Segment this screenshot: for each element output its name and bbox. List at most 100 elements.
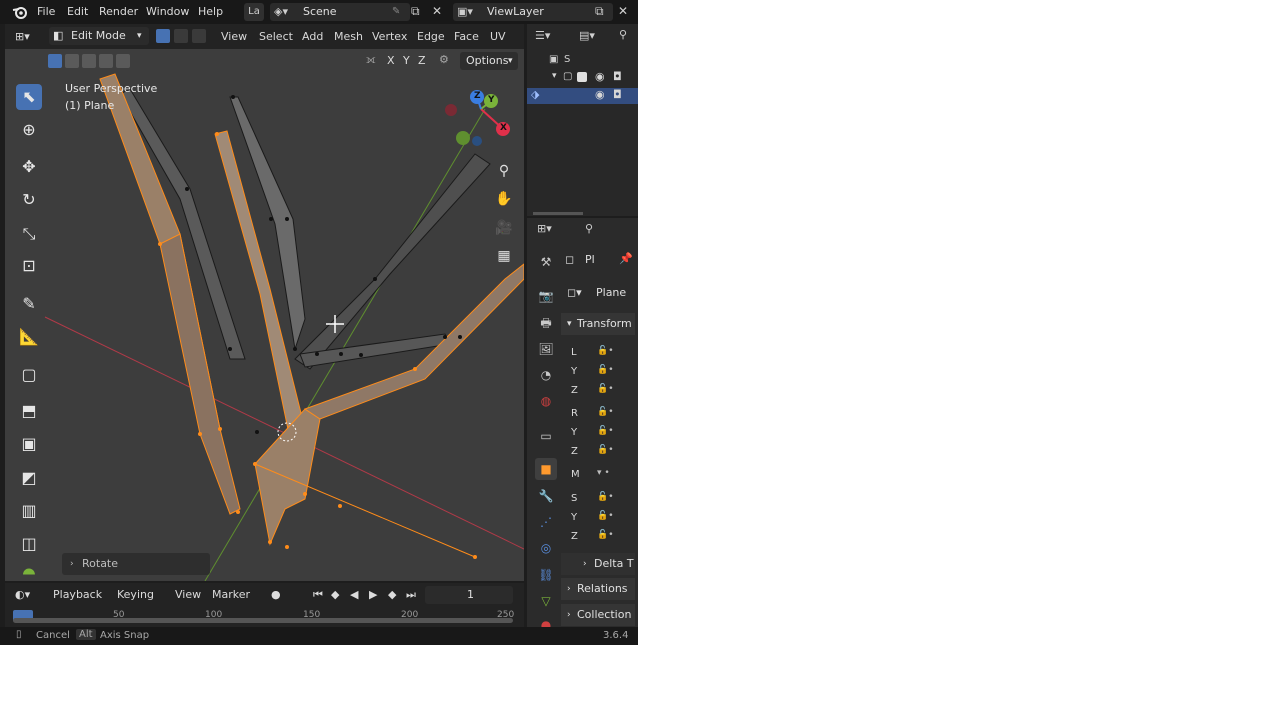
knife-tool-icon[interactable]: ◫ — [16, 531, 42, 557]
move-tool-icon[interactable]: ✥ — [16, 154, 42, 180]
select-tool-icon[interactable]: ⬉ — [16, 84, 42, 110]
rotation-mode-dropdown[interactable]: ▾ • — [597, 468, 610, 478]
relations-panel-header[interactable]: › Relations — [561, 578, 635, 600]
navigation-gizmo[interactable]: X Y Z — [441, 87, 521, 157]
blender-logo-icon[interactable] — [12, 4, 28, 20]
annotate-tool-icon[interactable]: ✎ — [16, 291, 42, 317]
search-icon[interactable]: ⚲ — [619, 28, 627, 41]
lock-icon[interactable]: 🔓• — [597, 346, 614, 356]
modifier-tab-icon[interactable]: 🔧 — [535, 485, 557, 507]
timeline-scrollbar[interactable] — [13, 618, 513, 623]
viewlayer-selector[interactable]: ▣▾ ViewLayer — [453, 3, 613, 21]
delta-transform-panel-header[interactable]: › Delta T — [561, 553, 635, 575]
view-layer-tab-icon[interactable]: 🖼 — [535, 338, 557, 360]
new-scene-icon[interactable]: ⧉ — [411, 4, 427, 20]
menu-mesh[interactable]: Mesh — [334, 30, 363, 43]
select-extend-icon[interactable] — [65, 54, 79, 68]
menu-face[interactable]: Face — [454, 30, 479, 43]
select-subtract-icon[interactable] — [82, 54, 96, 68]
add-cube-tool-icon[interactable]: ▢ — [16, 362, 42, 388]
select-invert-icon[interactable] — [99, 54, 113, 68]
physics-tab-icon[interactable]: ◎ — [535, 537, 557, 559]
timeline-ruler[interactable]: 50 100 150 200 250 — [13, 610, 519, 624]
pan-hand-icon[interactable]: ✋ — [493, 188, 515, 210]
scene-selector[interactable]: ◈▾ Scene ✎ — [270, 3, 410, 21]
menu-playback[interactable]: Playback — [53, 588, 102, 601]
menu-render[interactable]: Render — [99, 5, 138, 18]
prev-keyframe-icon[interactable]: ◆ — [331, 588, 339, 601]
scene-tab-icon[interactable]: ◔ — [535, 364, 557, 386]
mirror-x-toggle[interactable]: X — [387, 54, 395, 67]
render-camera-icon[interactable]: ◘ — [613, 88, 622, 101]
menu-view[interactable]: View — [221, 30, 247, 43]
lock-icon[interactable]: 🔓• — [597, 365, 614, 375]
eye-icon[interactable]: ◉ — [595, 88, 605, 101]
tool-tab-icon[interactable]: ⚒ — [535, 251, 557, 273]
wrench-icon[interactable]: ⚙ — [439, 53, 449, 66]
collection-tab-icon[interactable]: ▭ — [535, 425, 557, 447]
rotate-tool-icon[interactable]: ↻ — [16, 187, 42, 213]
grid-perspective-icon[interactable]: ▦ — [493, 245, 515, 267]
lock-icon[interactable]: 🔓• — [597, 426, 614, 436]
extrude-tool-icon[interactable]: ⬒ — [16, 398, 42, 424]
object-name-field[interactable]: ◻▾ Plane — [563, 284, 633, 302]
transform-panel-header[interactable]: ▾ Transform — [561, 313, 635, 335]
mirror-y-toggle[interactable]: Y — [403, 54, 410, 67]
scale-tool-icon[interactable]: ⤡ — [16, 221, 42, 247]
play-reverse-icon[interactable]: ◀ — [350, 588, 358, 601]
outliner-scrollbar[interactable] — [533, 212, 583, 215]
record-icon[interactable]: ● — [271, 588, 281, 601]
delete-scene-icon[interactable]: ✕ — [432, 4, 442, 18]
menu-window[interactable]: Window — [146, 5, 189, 18]
outliner-editor-icon[interactable]: ☰▾ — [535, 29, 550, 42]
output-tab-icon[interactable]: 🖶 — [535, 312, 557, 334]
menu-file[interactable]: File — [37, 5, 55, 18]
expand-arrow-icon[interactable]: ▾ — [552, 71, 557, 81]
poly-build-tool-icon[interactable]: ⯊ — [16, 562, 42, 581]
edge-select-icon[interactable] — [174, 29, 188, 43]
display-mode-icon[interactable]: ▤▾ — [579, 29, 595, 42]
zoom-icon[interactable]: ⚲ — [493, 160, 515, 182]
include-checkbox[interactable] — [577, 72, 587, 82]
lock-icon[interactable]: 🔓• — [597, 530, 614, 540]
jump-start-icon[interactable]: ⏮ — [313, 588, 323, 602]
mirror-z-toggle[interactable]: Z — [418, 54, 426, 67]
select-intersect-icon[interactable] — [116, 54, 130, 68]
lock-icon[interactable]: 🔓• — [597, 407, 614, 417]
inset-tool-icon[interactable]: ▣ — [16, 431, 42, 457]
current-frame-field[interactable]: 1 — [425, 586, 513, 604]
select-box-icon[interactable] — [48, 54, 62, 68]
play-icon[interactable]: ▶ — [369, 588, 377, 601]
last-operator-panel[interactable]: › Rotate — [62, 553, 210, 575]
pin-icon[interactable]: 📌 — [619, 252, 633, 265]
timeline-editor-icon[interactable]: ◐▾ — [15, 588, 30, 601]
workspace-tab[interactable]: La — [244, 3, 264, 21]
jump-end-icon[interactable]: ⏭ — [406, 588, 416, 602]
search-icon[interactable]: ⚲ — [585, 222, 593, 235]
outliner-row-collection[interactable]: ▾ ▢ ◉ ◘ — [527, 70, 638, 86]
collections-panel-header[interactable]: › Collection — [561, 604, 635, 626]
cursor-tool-icon[interactable]: ⊕ — [16, 117, 42, 143]
menu-vertex[interactable]: Vertex — [372, 30, 407, 43]
menu-uv[interactable]: UV — [490, 30, 506, 43]
new-viewlayer-icon[interactable]: ⧉ — [595, 4, 604, 19]
render-camera-icon[interactable]: ◘ — [613, 70, 622, 83]
menu-timeline-view[interactable]: View — [175, 588, 201, 601]
editor-type-icon[interactable]: ⊞▾ — [15, 30, 30, 43]
menu-help[interactable]: Help — [198, 5, 223, 18]
vertex-select-icon[interactable] — [156, 29, 170, 43]
bevel-tool-icon[interactable]: ◩ — [16, 465, 42, 491]
next-keyframe-icon[interactable]: ◆ — [388, 588, 396, 601]
menu-keying[interactable]: Keying — [117, 588, 154, 601]
mode-selector[interactable]: ◧ Edit Mode ▾ — [49, 27, 149, 45]
lock-icon[interactable]: 🔓• — [597, 384, 614, 394]
lock-icon[interactable]: 🔓• — [597, 445, 614, 455]
3d-viewport[interactable]: ⟗ X Y Z ⚙ Options ▾ User Perspective (1)… — [5, 49, 524, 581]
world-tab-icon[interactable]: ◍ — [535, 390, 557, 412]
loop-cut-tool-icon[interactable]: ▥ — [16, 498, 42, 524]
lock-icon[interactable]: 🔓• — [597, 492, 614, 502]
measure-tool-icon[interactable]: 📐 — [16, 324, 42, 350]
menu-marker[interactable]: Marker — [212, 588, 250, 601]
mirror-icon[interactable]: ⟗ — [366, 53, 376, 67]
transform-tool-icon[interactable]: ⊡ — [16, 253, 42, 279]
